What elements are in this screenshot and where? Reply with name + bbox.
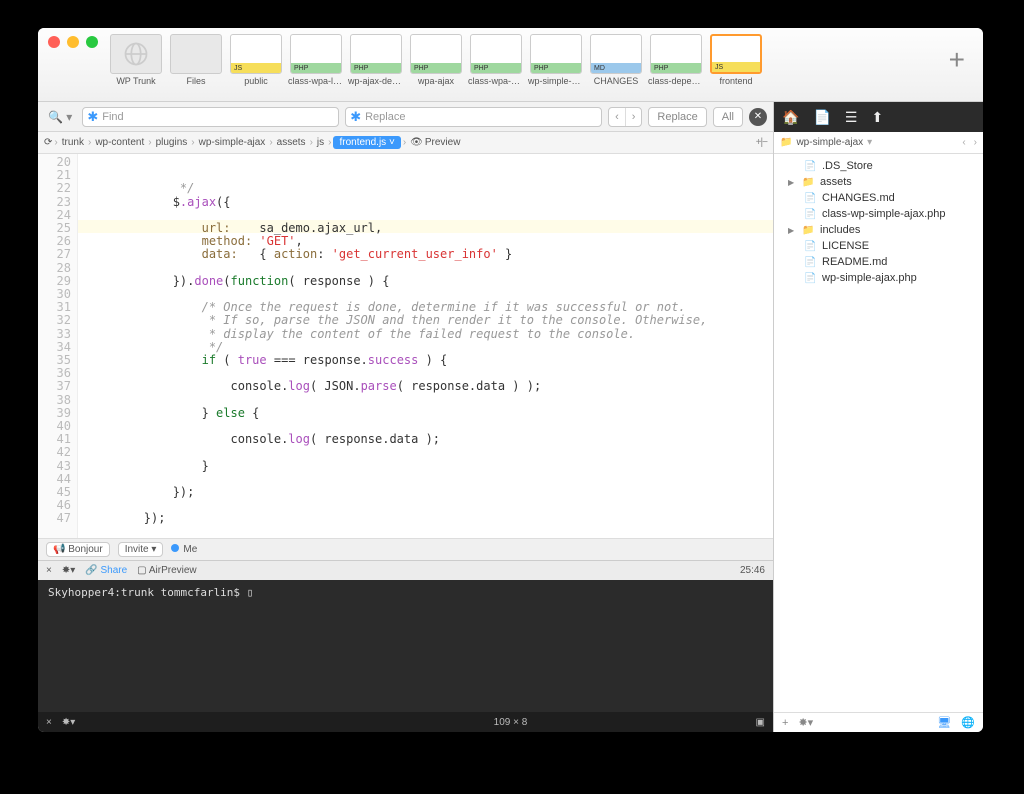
- crumb-plugins[interactable]: plugins: [154, 137, 190, 148]
- invite-button[interactable]: Invite ▾: [118, 542, 164, 557]
- file-item-wp-simple-ajax-php[interactable]: 📄wp-simple-ajax.php: [774, 270, 983, 286]
- tab-wpa-ajax[interactable]: PHPwpa-ajax: [408, 34, 464, 86]
- file-breadcrumb: 📁 wp-simple-ajax▾ ‹›: [774, 132, 983, 154]
- crumb-assets[interactable]: assets: [275, 137, 308, 148]
- tab-class-wpa-loader[interactable]: PHPclass-wpa-loader: [288, 34, 344, 86]
- find-toolbar: 🔍 ▾ ✱Find ✱Replace ‹› Replace All ✕: [38, 102, 773, 132]
- terminal-settings-button[interactable]: ✸▾: [62, 565, 75, 576]
- find-next-button[interactable]: ›: [626, 108, 642, 126]
- tab-wp-trunk[interactable]: WP Trunk: [108, 34, 164, 86]
- editor-column: 🔍 ▾ ✱Find ✱Replace ‹› Replace All ✕ ⟳ ›t…: [38, 102, 773, 732]
- crumb-js[interactable]: js: [315, 137, 326, 148]
- split-toggle[interactable]: +|−: [756, 137, 767, 148]
- me-indicator: Me: [171, 544, 197, 555]
- terminal-close-button[interactable]: ×: [46, 565, 52, 576]
- terminal-close-icon[interactable]: ×: [46, 717, 52, 728]
- file-item-includes[interactable]: ▶📁includes: [774, 222, 983, 238]
- file-item-changes-md[interactable]: 📄CHANGES.md: [774, 190, 983, 206]
- terminal-timer: 25:46: [740, 565, 765, 576]
- tab-wp-simple-ajax[interactable]: PHPwp-simple-ajax: [528, 34, 584, 86]
- tab-wp-ajax-demo[interactable]: PHPwp-ajax-demo: [348, 34, 404, 86]
- window-controls: [48, 34, 98, 48]
- tab-changes[interactable]: MDCHANGES: [588, 34, 644, 86]
- file-item--ds-store[interactable]: 📄.DS_Store: [774, 158, 983, 174]
- terminal-expand-icon[interactable]: ▣: [756, 717, 765, 728]
- remote-icon[interactable]: 🌐: [961, 716, 975, 729]
- crumb-wp-content[interactable]: wp-content: [93, 137, 146, 148]
- nav-back-button[interactable]: ‹: [962, 137, 965, 148]
- close-window-button[interactable]: [48, 36, 60, 48]
- bonjour-button[interactable]: 📢 Bonjour: [46, 542, 110, 557]
- terminal-prompt: Skyhopper4:trunk tommcfarlin$ ▯: [48, 586, 763, 599]
- tab-class-dependency[interactable]: PHPclass-dependency-: [648, 34, 704, 86]
- tab-frontend[interactable]: JSfrontend: [708, 34, 764, 86]
- files-icon[interactable]: 📄: [813, 109, 830, 126]
- folder-icon: 📁: [780, 137, 792, 148]
- replace-all-button[interactable]: All: [713, 107, 743, 127]
- code-content[interactable]: */ $.ajax({ url: sa_demo.ajax_url, metho…: [78, 154, 773, 538]
- search-icon[interactable]: 🔍 ▾: [44, 110, 76, 124]
- tab-public[interactable]: JSpublic: [228, 34, 284, 86]
- file-item-assets[interactable]: ▶📁assets: [774, 174, 983, 190]
- home-icon[interactable]: 🏠: [782, 109, 799, 126]
- terminal-dimensions: 109 × 8: [494, 717, 528, 728]
- tab-files[interactable]: Files: [168, 34, 224, 86]
- file-item-license[interactable]: 📄LICENSE: [774, 238, 983, 254]
- refresh-icon[interactable]: ⟳: [44, 137, 52, 148]
- local-icon[interactable]: 🖥: [937, 716, 951, 729]
- tab-class-wpa-example[interactable]: PHPclass-wpa-example: [468, 34, 524, 86]
- zoom-window-button[interactable]: [86, 36, 98, 48]
- crumb-frontend-js[interactable]: frontend.js ˅: [333, 136, 400, 149]
- crumb-wp-simple-ajax[interactable]: wp-simple-ajax: [197, 137, 268, 148]
- crumb-trunk[interactable]: trunk: [60, 137, 86, 148]
- file-tree: 📄.DS_Store▶📁assets📄CHANGES.md📄class-wp-s…: [774, 154, 983, 712]
- app-window: WP Trunk Files JSpublic PHPclass-wpa-loa…: [38, 28, 983, 732]
- breadcrumb: ⟳ ›trunk ›wp-content ›plugins ›wp-simple…: [38, 132, 773, 154]
- folder-name[interactable]: wp-simple-ajax: [796, 137, 863, 148]
- replace-button[interactable]: Replace: [648, 107, 706, 127]
- collab-bar: 📢 Bonjour Invite ▾ Me: [38, 538, 773, 560]
- file-item-readme-md[interactable]: 📄README.md: [774, 254, 983, 270]
- find-prev-button[interactable]: ‹: [609, 108, 626, 126]
- minimize-window-button[interactable]: [67, 36, 79, 48]
- new-tab-button[interactable]: +: [949, 34, 973, 76]
- airpreview-button[interactable]: ▢ AirPreview: [137, 565, 196, 576]
- outline-icon[interactable]: ☰: [845, 109, 858, 126]
- share-button[interactable]: 🔗 Share: [85, 565, 127, 576]
- terminal-gear-icon[interactable]: ✸▾: [62, 717, 75, 728]
- file-browser-panel: 🏠 📄 ☰ ⬆ 📁 wp-simple-ajax▾ ‹› 📄.DS_Store▶…: [773, 102, 983, 732]
- panel-footer: + ✸▾ 🖥 🌐: [774, 712, 983, 732]
- terminal[interactable]: Skyhopper4:trunk tommcfarlin$ ▯: [38, 580, 773, 712]
- terminal-tab-bar: × ✸▾ 🔗 Share ▢ AirPreview 25:46: [38, 560, 773, 580]
- regex-icon: ✱: [350, 109, 361, 125]
- line-gutter: 20 21 22 23 24 25 26 27 28 29 30 31 32 3…: [38, 154, 78, 538]
- publish-icon[interactable]: ⬆: [871, 109, 883, 126]
- file-item-class-wp-simple-ajax-php[interactable]: 📄class-wp-simple-ajax.php: [774, 206, 983, 222]
- titlebar: WP Trunk Files JSpublic PHPclass-wpa-loa…: [38, 28, 983, 102]
- main-row: 🔍 ▾ ✱Find ✱Replace ‹› Replace All ✕ ⟳ ›t…: [38, 102, 983, 732]
- replace-input[interactable]: ✱Replace: [345, 107, 602, 127]
- find-nav-buttons: ‹›: [608, 107, 642, 127]
- add-file-button[interactable]: +: [782, 717, 788, 729]
- file-settings-button[interactable]: ✸▾: [798, 716, 813, 729]
- nav-forward-button[interactable]: ›: [974, 137, 977, 148]
- document-tabs: WP Trunk Files JSpublic PHPclass-wpa-loa…: [108, 34, 949, 86]
- terminal-status-bar: × ✸▾ 109 × 8 ▣: [38, 712, 773, 732]
- crumb-preview[interactable]: 👁 Preview: [408, 137, 462, 148]
- code-editor[interactable]: 20 21 22 23 24 25 26 27 28 29 30 31 32 3…: [38, 154, 773, 538]
- find-input[interactable]: ✱Find: [82, 107, 339, 127]
- panel-nav: 🏠 📄 ☰ ⬆: [774, 102, 983, 132]
- globe-icon: [122, 40, 150, 68]
- close-find-button[interactable]: ✕: [749, 108, 767, 126]
- regex-icon: ✱: [87, 109, 98, 125]
